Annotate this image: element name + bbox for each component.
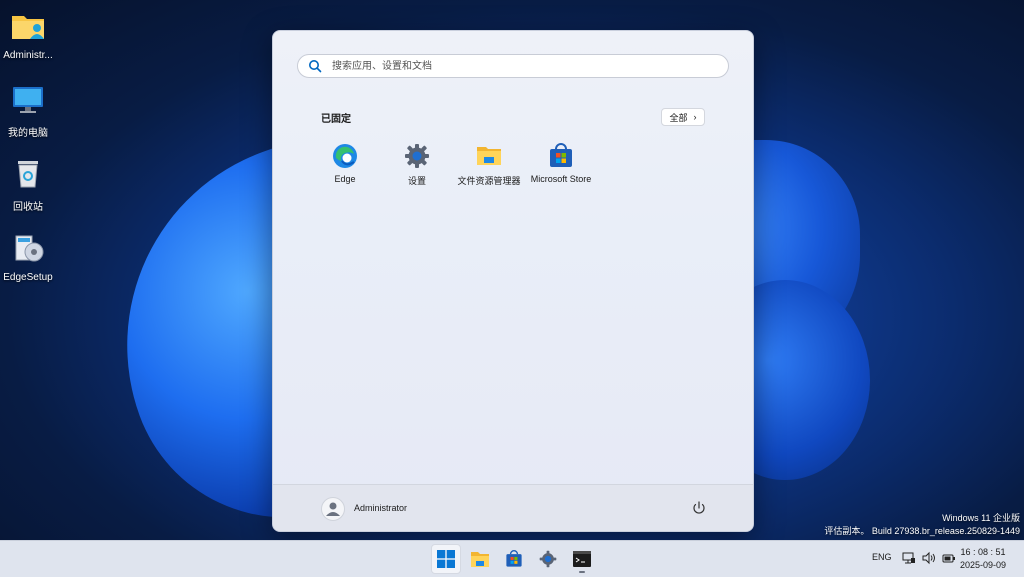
monitor-icon: [10, 82, 46, 118]
terminal-icon: [573, 551, 591, 567]
pinned-app-edge[interactable]: Edge: [309, 143, 381, 187]
store-icon: [506, 550, 522, 567]
user-avatar[interactable]: [321, 497, 345, 521]
file-explorer-icon: [477, 147, 501, 165]
desktop-icon-edgesetup[interactable]: EdgeSetup: [0, 226, 56, 300]
start-menu-footer: Administrator: [273, 484, 753, 531]
start-menu: 已固定 全部 › Edge: [272, 30, 754, 532]
taskbar-apps: [431, 544, 597, 574]
chevron-right-icon: ›: [693, 112, 697, 122]
volume-icon: [922, 551, 935, 565]
search-icon: [309, 60, 322, 73]
windows-watermark: Windows 11 企业版 评估副本。 Build 27938.br_rele…: [824, 512, 1020, 538]
user-folder-icon: [10, 8, 46, 44]
taskbar: ENG 16 : 08 : 51 2025-09-09: [0, 540, 1024, 577]
desktop-icon-label: EdgeSetup: [3, 272, 53, 283]
app-label: Microsoft Store: [530, 174, 592, 184]
desktop-icon-label: 回收站: [13, 202, 43, 213]
settings-gear-icon: [405, 144, 429, 168]
search-input[interactable]: [330, 59, 714, 73]
system-tray[interactable]: [902, 551, 956, 565]
taskbar-file-explorer-button[interactable]: [465, 544, 495, 574]
app-label: 设置: [407, 176, 426, 186]
input-language-indicator[interactable]: ENG: [872, 552, 892, 562]
taskbar-store-button[interactable]: [499, 544, 529, 574]
desktop-icon-administrator[interactable]: Administr...: [0, 4, 56, 78]
taskbar-terminal-button[interactable]: [567, 544, 597, 574]
all-apps-label: 全部: [669, 112, 688, 123]
app-label: Edge: [334, 174, 356, 184]
pinned-section-title: 已固定: [321, 114, 351, 125]
all-apps-button[interactable]: 全部 ›: [661, 108, 705, 126]
app-label: 文件资源管理器: [457, 176, 521, 186]
taskbar-settings-button[interactable]: [533, 544, 563, 574]
watermark-edition: Windows 11 企业版: [942, 513, 1020, 523]
desktop-icon-label: 我的电脑: [8, 128, 48, 139]
user-icon: [326, 502, 340, 516]
file-explorer-icon: [471, 552, 489, 567]
edge-icon: [333, 144, 357, 168]
user-name[interactable]: Administrator: [354, 503, 407, 513]
desktop-icons: Administr... 我的电脑 回收站 EdgeSetup: [0, 4, 56, 300]
taskbar-start-button[interactable]: [431, 544, 461, 574]
pinned-app-settings[interactable]: 设置: [381, 143, 453, 187]
running-indicator: [579, 571, 585, 573]
pinned-apps-grid: Edge 设置 文件资源管理器 Microsoft Store: [309, 143, 597, 187]
pinned-app-file-explorer[interactable]: 文件资源管理器: [453, 143, 525, 187]
installer-icon: [10, 230, 46, 266]
power-icon[interactable]: [691, 500, 707, 516]
store-icon: [550, 143, 572, 167]
clock-time: 16 : 08 : 51: [960, 547, 1006, 557]
recycle-bin-icon: [10, 156, 46, 192]
watermark-build: 评估副本。 Build 27938.br_release.250829-1449: [824, 526, 1020, 536]
desktop-icon-label: Administr...: [3, 50, 53, 61]
desktop-icon-this-pc[interactable]: 我的电脑: [0, 78, 56, 152]
clock-date: 2025-09-09: [960, 560, 1007, 570]
system-clock[interactable]: 16 : 08 : 51 2025-09-09: [960, 546, 1006, 572]
network-icon: [902, 552, 915, 564]
start-icon: [437, 550, 455, 568]
battery-icon: [942, 554, 955, 563]
pinned-app-microsoft-store[interactable]: Microsoft Store: [525, 143, 597, 187]
settings-gear-icon: [539, 550, 557, 568]
desktop-icon-recycle-bin[interactable]: 回收站: [0, 152, 56, 226]
start-search-box[interactable]: [297, 54, 729, 78]
